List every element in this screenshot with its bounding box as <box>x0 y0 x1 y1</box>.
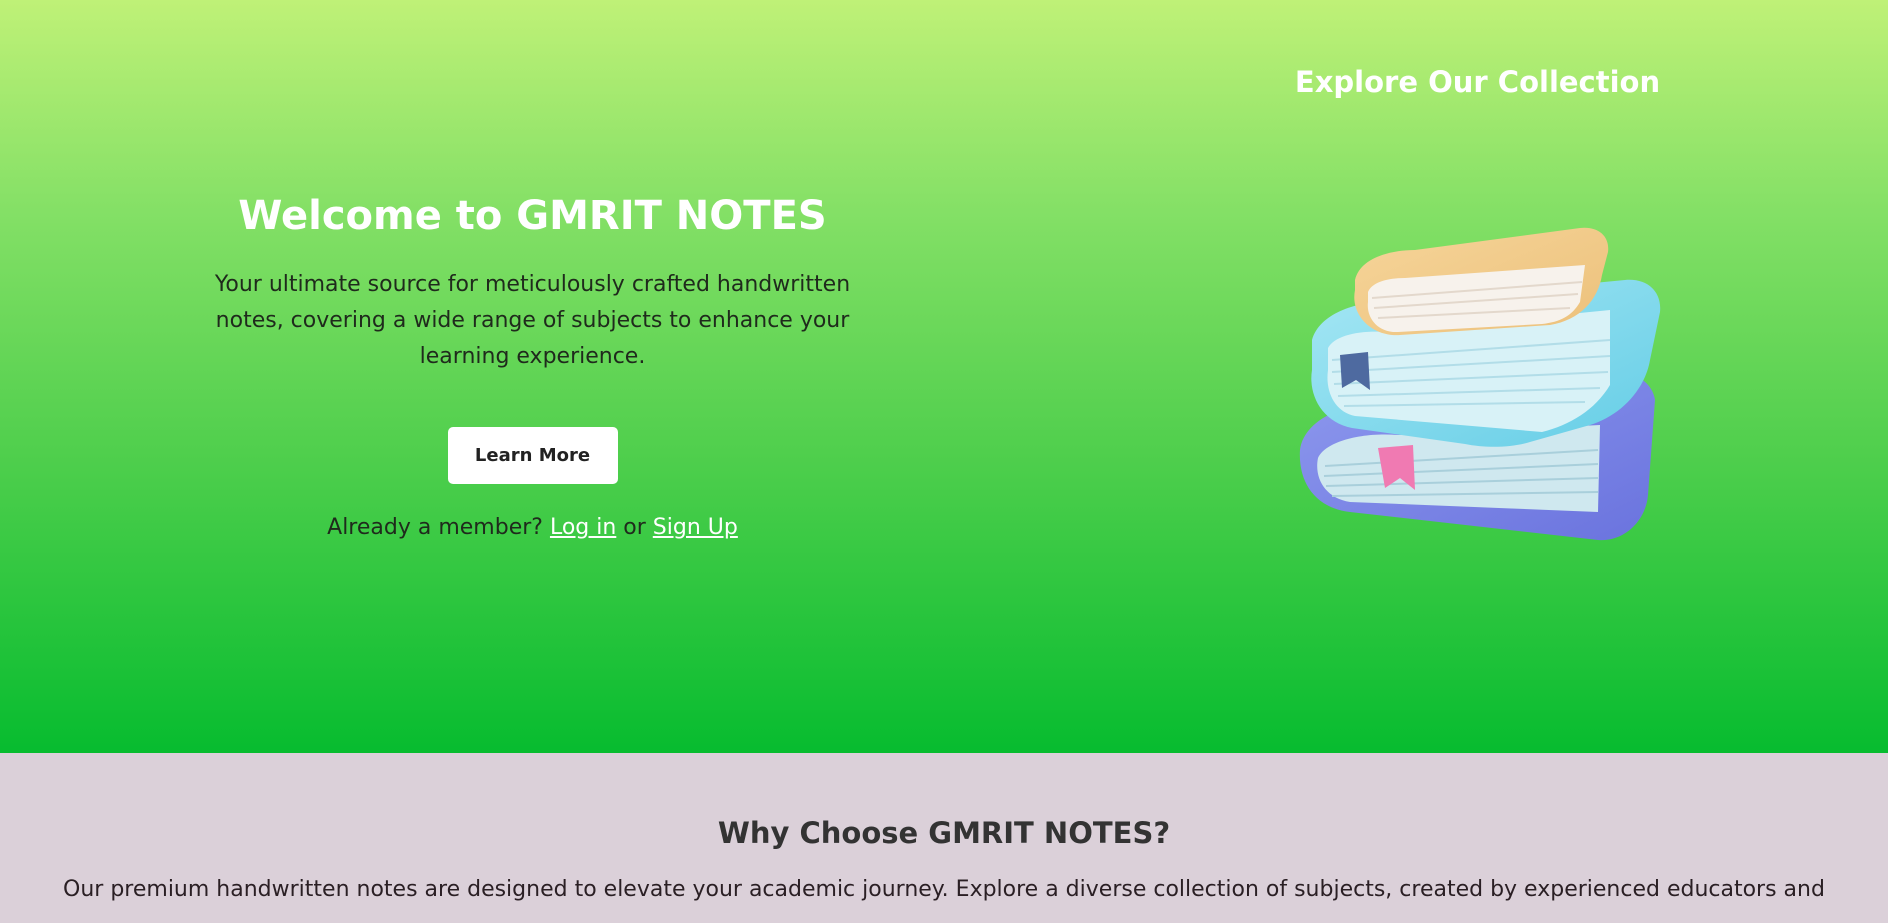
member-prefix: Already a member? <box>327 515 550 540</box>
why-text: Our premium handwritten notes are design… <box>63 877 1825 902</box>
login-link[interactable]: Log in <box>550 515 616 540</box>
member-line: Already a member? Log in or Sign Up <box>180 514 885 542</box>
signup-link[interactable]: Sign Up <box>653 515 738 540</box>
collection-block: Explore Our Collection <box>1245 60 1710 104</box>
stacked-books-icon <box>1299 227 1661 541</box>
hero-description: Your ultimate source for meticulously cr… <box>214 272 851 369</box>
learn-more-button[interactable]: Learn More <box>447 427 618 484</box>
or-text: or <box>616 515 653 540</box>
collection-title: Explore Our Collection <box>1294 65 1661 99</box>
hero-intro: Welcome to GMRIT NOTES Your ultimate sou… <box>180 190 885 542</box>
why-section: Why Choose GMRIT NOTES? Our premium hand… <box>0 753 1888 923</box>
hero-title: Welcome to GMRIT NOTES <box>238 193 827 239</box>
why-title: Why Choose GMRIT NOTES? <box>717 816 1171 850</box>
hero-section: Welcome to GMRIT NOTES Your ultimate sou… <box>0 0 1888 753</box>
